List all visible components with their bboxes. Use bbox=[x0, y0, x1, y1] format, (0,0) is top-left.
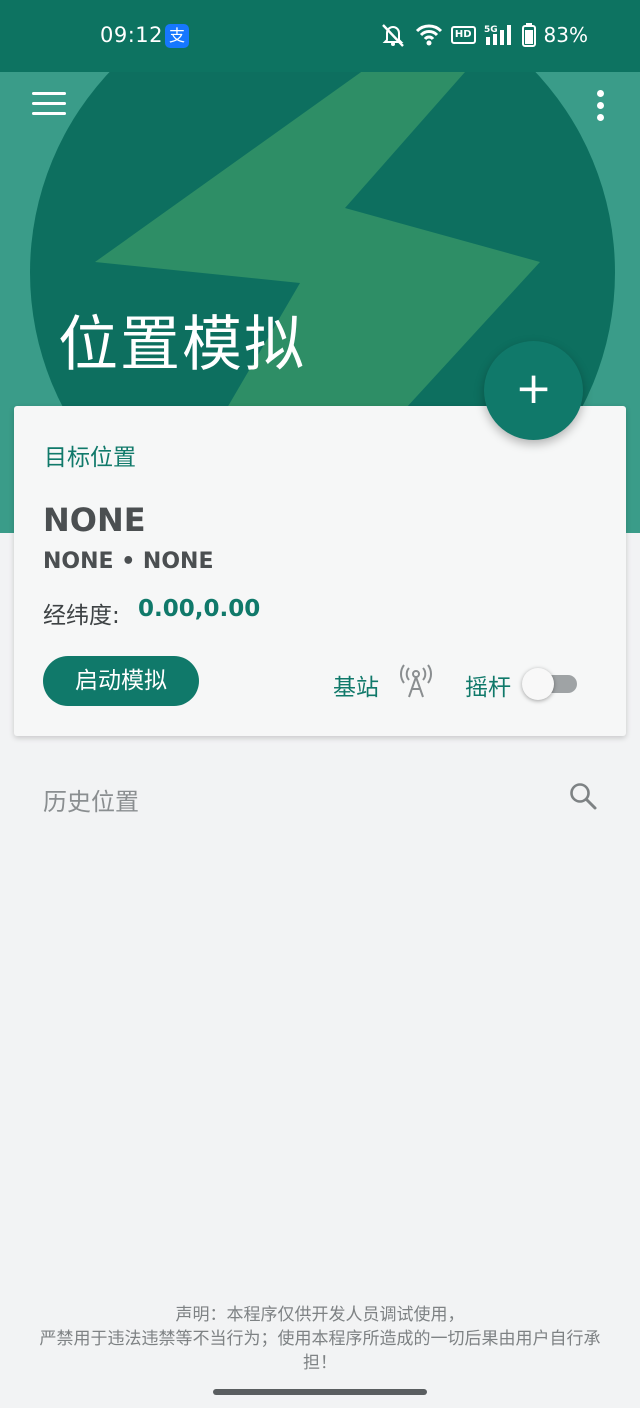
more-vert-icon[interactable] bbox=[592, 88, 608, 124]
coordinates-value: 0.00,0.00 bbox=[138, 596, 261, 622]
status-bar: 09:12 支 HD 5G 83% bbox=[0, 0, 640, 72]
base-station-label[interactable]: 基站 bbox=[333, 668, 379, 702]
joystick-toggle[interactable] bbox=[522, 666, 578, 700]
history-title: 历史位置 bbox=[43, 788, 139, 816]
menu-icon[interactable] bbox=[32, 92, 68, 118]
target-location-card: 目标位置 NONE NONE • NONE 经纬度: 0.00,0.00 启动模… bbox=[14, 406, 626, 736]
battery-icon bbox=[521, 23, 536, 47]
page-title: 位置模拟 bbox=[58, 310, 306, 380]
gesture-nav-handle[interactable] bbox=[213, 1389, 427, 1395]
mute-icon bbox=[382, 24, 404, 47]
svg-text:5G: 5G bbox=[484, 25, 498, 35]
location-subtitle: NONE • NONE bbox=[43, 549, 214, 574]
location-name: NONE bbox=[43, 501, 146, 539]
status-time: 09:12 bbox=[100, 23, 164, 47]
status-icons: HD 5G 83% bbox=[379, 22, 588, 48]
wifi-icon bbox=[415, 24, 442, 46]
coordinates-label: 经纬度: bbox=[43, 603, 120, 629]
disclaimer: 声明：本程序仅供开发人员调试使用， 严禁用于违法违禁等不当行为；使用本程序所造成… bbox=[20, 1303, 620, 1375]
disclaimer-line-3: 担！ bbox=[303, 1353, 337, 1373]
start-simulation-button[interactable]: 启动模拟 bbox=[43, 656, 199, 706]
battery-percent: 83% bbox=[543, 23, 588, 47]
antenna-icon[interactable] bbox=[400, 664, 432, 698]
signal-5g-icon: 5G bbox=[484, 25, 511, 45]
hd-icon: HD bbox=[450, 26, 476, 44]
search-icon[interactable] bbox=[568, 781, 598, 811]
disclaimer-line-2: 严禁用于违法违禁等不当行为；使用本程序所造成的一切后果由用户自行承 bbox=[39, 1329, 601, 1349]
target-location-heading: 目标位置 bbox=[44, 445, 136, 471]
disclaimer-line-1: 声明：本程序仅供开发人员调试使用， bbox=[175, 1305, 465, 1325]
toggle-thumb bbox=[522, 668, 554, 700]
joystick-label: 摇杆 bbox=[465, 675, 511, 701]
alipay-notification-icon: 支 bbox=[165, 24, 189, 48]
add-location-button[interactable]: + bbox=[484, 341, 583, 440]
